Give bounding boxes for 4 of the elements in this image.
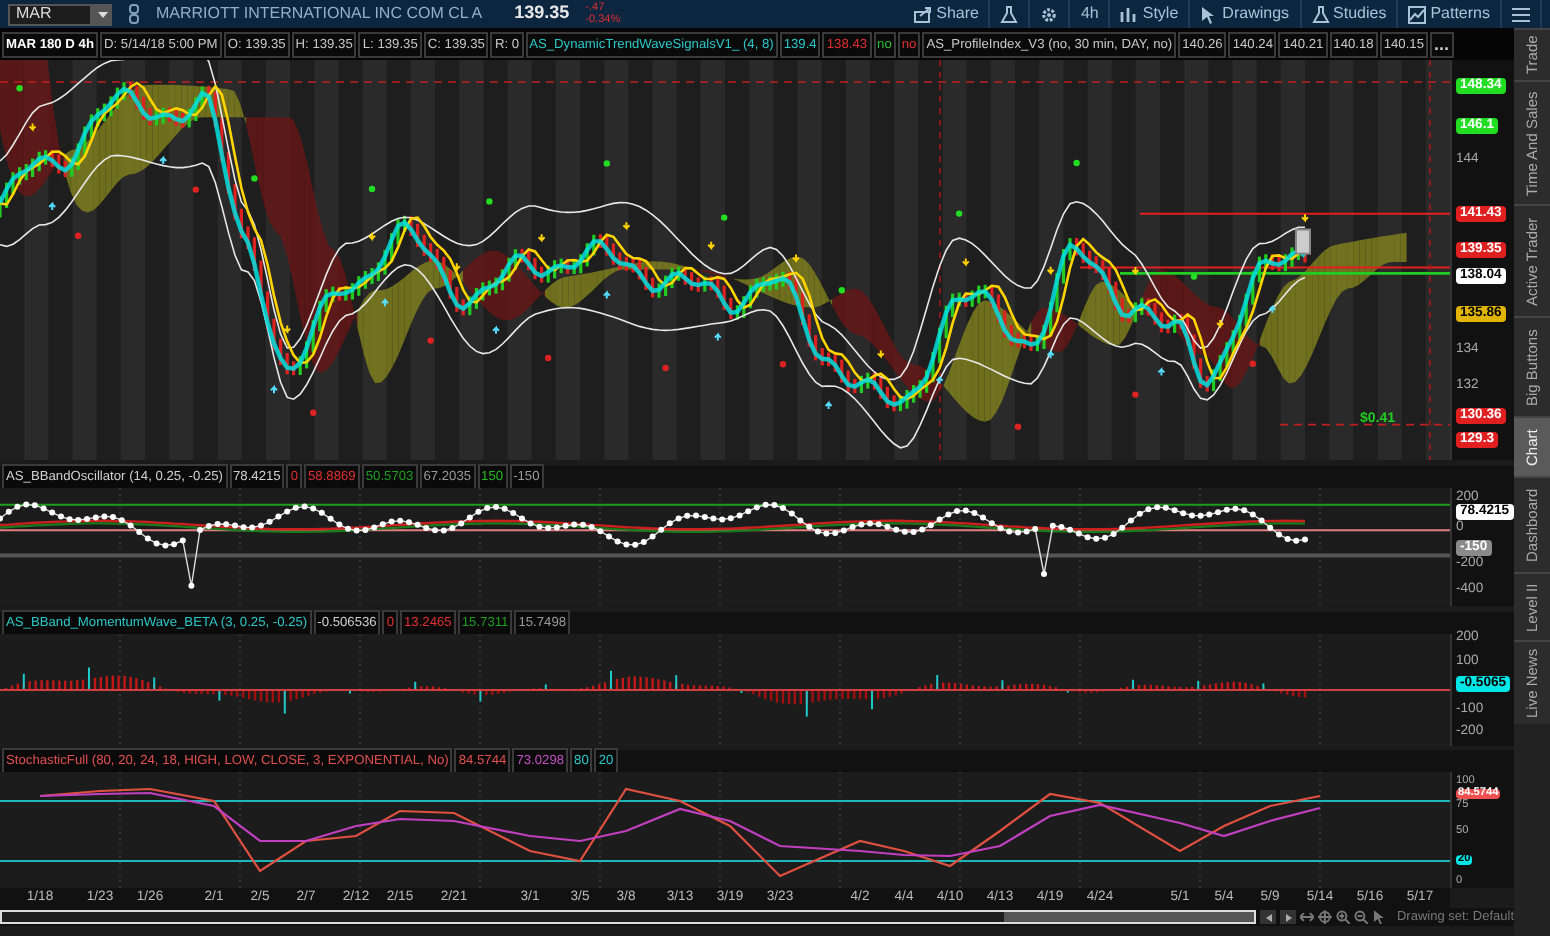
company-name: MARRIOTT INTERNATIONAL INC COM CL A bbox=[156, 2, 483, 26]
study-value: ... bbox=[1430, 31, 1454, 57]
symbol-field[interactable]: MAR bbox=[8, 3, 92, 25]
last-price: 139.35 bbox=[514, 0, 570, 27]
